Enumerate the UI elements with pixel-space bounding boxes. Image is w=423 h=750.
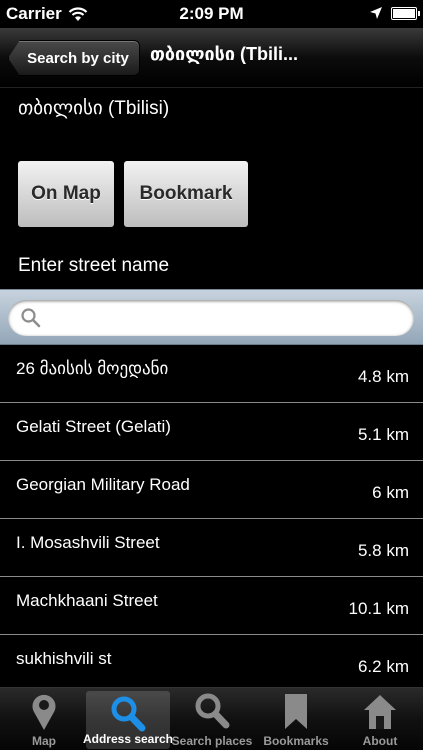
tab-bookmarks[interactable]: Bookmarks	[254, 688, 338, 750]
house-icon	[364, 695, 396, 729]
map-pin-icon	[32, 694, 56, 730]
magnifier-icon	[195, 693, 230, 729]
tab-label: Address search	[82, 732, 174, 746]
tab-search-places[interactable]: Search places	[170, 688, 254, 750]
tab-bar: Map Address search Search places Bookmar…	[0, 687, 423, 750]
street-distance: 6.2 km	[357, 657, 409, 676]
bookmark-button[interactable]: Bookmark	[124, 161, 248, 227]
list-item[interactable]: Georgian Military Road 6 km	[0, 461, 423, 519]
list-item[interactable]: Gelati Street (Gelati) 5.1 km	[0, 403, 423, 461]
street-name: sukhishvili st	[16, 649, 112, 668]
search-field[interactable]	[8, 300, 414, 336]
navigation-bar: Search by city თბილისი (Tbili...	[0, 28, 423, 88]
search-icon	[21, 308, 41, 328]
search-input[interactable]	[48, 306, 398, 330]
street-list: 26 მაისის მოედანი 4.8 km Gelati Street (…	[0, 345, 423, 693]
bookmark-icon	[285, 694, 307, 729]
magnifier-icon	[111, 696, 146, 732]
street-distance: 4.8 km	[357, 367, 409, 386]
tab-map[interactable]: Map	[2, 688, 86, 750]
tab-address-search[interactable]: Address search	[83, 691, 173, 749]
list-item[interactable]: sukhishvili st 6.2 km	[0, 635, 423, 693]
street-distance: 5.8 km	[357, 541, 409, 560]
tab-about[interactable]: About	[338, 688, 422, 750]
street-distance: 6 km	[372, 483, 409, 502]
street-name: Georgian Military Road	[16, 475, 190, 494]
location-arrow-icon	[370, 7, 382, 19]
status-time: 2:09 PM	[179, 4, 244, 23]
street-distance: 5.1 km	[357, 425, 409, 444]
street-name: I. Mosashvili Street	[16, 533, 160, 552]
city-name: თბილისი (Tbilisi)	[18, 98, 170, 119]
tab-label: Search places	[171, 734, 253, 748]
nav-title: თბილისი (Tbili...	[150, 44, 299, 64]
tab-label: Map	[32, 734, 56, 748]
street-distance: 10.1 km	[348, 599, 409, 618]
street-name: 26 მაისის მოედანი	[16, 359, 169, 378]
battery-icon	[391, 6, 420, 20]
street-prompt-label: Enter street name	[18, 255, 170, 276]
on-map-button[interactable]: On Map	[18, 161, 114, 227]
tab-label: About	[362, 734, 398, 748]
list-item[interactable]: I. Mosashvili Street 5.8 km	[0, 519, 423, 577]
tab-label: Bookmarks	[263, 734, 329, 748]
street-name: Machkhaani Street	[16, 591, 158, 610]
list-item[interactable]: Machkhaani Street 10.1 km	[0, 577, 423, 635]
status-bar: Carrier 2:09 PM	[0, 0, 423, 28]
street-name: Gelati Street (Gelati)	[16, 417, 171, 436]
search-bar	[0, 289, 423, 345]
status-right	[369, 6, 420, 20]
list-item[interactable]: 26 მაისის მოედანი 4.8 km	[0, 345, 423, 403]
back-button[interactable]: Search by city	[8, 40, 140, 76]
